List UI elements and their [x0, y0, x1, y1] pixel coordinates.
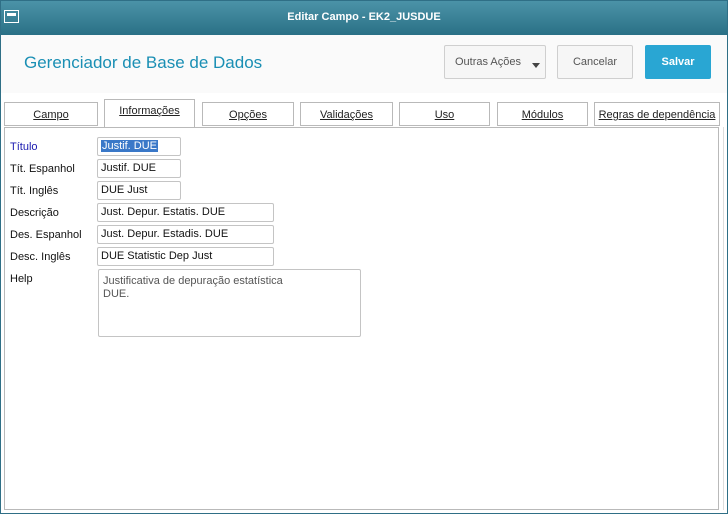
des-espanhol-field[interactable]: Just. Depur. Estadis. DUE: [97, 225, 274, 244]
tab-validacoes[interactable]: Validações: [300, 102, 393, 126]
titulo-label: Título: [10, 141, 38, 153]
titulo-value: Justif. DUE: [101, 140, 159, 152]
tab-bar: Campo Informações Opções Validações Uso …: [1, 99, 727, 127]
app-title: Gerenciador de Base de Dados: [24, 53, 263, 72]
more-actions-label: Outras Ações: [454, 56, 522, 68]
descricao-label: Descrição: [10, 207, 59, 219]
help-text-line-2: DUE.: [103, 288, 130, 300]
window-title: Editar Campo - EK2_JUSDUE: [287, 11, 441, 23]
header: Gerenciador de Base de Dados Outras Açõe…: [1, 35, 727, 93]
tab-regras-dependencia[interactable]: Regras de dependência: [594, 102, 720, 126]
chevron-down-icon: [532, 63, 540, 68]
tit-ingles-label: Tít. Inglês: [10, 185, 59, 197]
tab-informacoes[interactable]: Informações: [104, 99, 195, 127]
help-text-line-1: Justificativa de depuração estatística: [103, 275, 283, 287]
informacoes-panel: Título Justif. DUE Tít. Espanhol Justif.…: [4, 127, 719, 510]
cancel-button[interactable]: Cancelar: [557, 45, 633, 79]
tit-espanhol-field[interactable]: Justif. DUE: [97, 159, 181, 178]
descricao-field[interactable]: Just. Depur. Estatis. DUE: [97, 203, 274, 222]
help-textarea[interactable]: Justificativa de depuração estatística D…: [98, 269, 361, 337]
scroll-edge: [723, 127, 724, 510]
tab-campo[interactable]: Campo: [4, 102, 98, 126]
tit-espanhol-label: Tít. Espanhol: [10, 163, 75, 175]
des-espanhol-label: Des. Espanhol: [10, 229, 82, 241]
tab-uso[interactable]: Uso: [399, 102, 490, 126]
more-actions-button[interactable]: Outras Ações: [444, 45, 546, 79]
tab-opcoes[interactable]: Opções: [202, 102, 294, 126]
desc-ingles-field[interactable]: DUE Statistic Dep Just: [97, 247, 274, 266]
help-label: Help: [10, 273, 33, 285]
titulo-field[interactable]: Justif. DUE: [97, 137, 181, 156]
desc-ingles-label: Desc. Inglês: [10, 251, 71, 263]
title-bar: Editar Campo - EK2_JUSDUE: [1, 1, 727, 35]
save-button[interactable]: Salvar: [645, 45, 711, 79]
tit-ingles-field[interactable]: DUE Just: [97, 181, 181, 200]
edit-field-window: Editar Campo - EK2_JUSDUE Gerenciador de…: [0, 0, 728, 514]
tab-modulos[interactable]: Módulos: [497, 102, 588, 126]
